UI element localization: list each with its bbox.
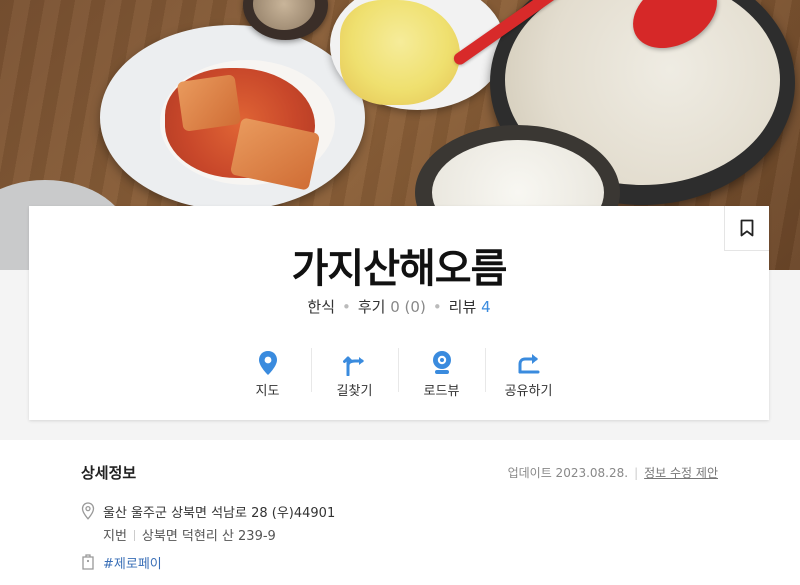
directions-button[interactable]: 길찾기 (311, 346, 398, 404)
details-title: 상세정보 (81, 464, 137, 482)
place-meta: 한식 • 후기 0 (0) • 리뷰 4 (307, 298, 491, 316)
address-row: 울산 울주군 상북면 석남로 28 (우)44901 (81, 502, 335, 521)
roadview-icon (432, 351, 451, 374)
place-name: 가지산해오름 (291, 246, 508, 292)
jibun-label: 지번 (103, 529, 127, 544)
map-pin-icon (258, 351, 277, 375)
category-label: 한식 (307, 298, 335, 316)
address-text: 울산 울주군 상북면 석남로 28 (우)44901 (103, 506, 336, 521)
update-info: 업데이트 2023.08.28. | 정보 수정 제안 (507, 466, 718, 480)
blog-reviews-count: 4 (481, 298, 491, 316)
blog-reviews-link[interactable]: 리뷰 4 (449, 298, 491, 316)
location-icon (81, 502, 95, 520)
suggest-edit-link[interactable]: 정보 수정 제안 (644, 466, 718, 480)
map-button[interactable]: 지도 (224, 346, 311, 404)
details-section: 상세정보 업데이트 2023.08.28. | 정보 수정 제안 울산 울주군 상북… (0, 440, 800, 585)
tag-row: #제로페이 (81, 553, 162, 572)
share-button[interactable]: 공유하기 (485, 346, 572, 404)
share-icon (518, 354, 539, 374)
directions-icon (342, 356, 364, 376)
bookmark-icon (740, 219, 754, 237)
update-date: 업데이트 2023.08.28. (507, 466, 629, 480)
jibun-address: 상북면 덕현리 산 239-9 (141, 529, 276, 544)
reviews-link[interactable]: 후기 0 (0) (358, 298, 426, 316)
reviews-count: 0 (0) (390, 298, 426, 316)
jibun-row: 지번 상북면 덕현리 산 239-9 (103, 525, 276, 544)
place-summary-card: 가지산해오름 한식 • 후기 0 (0) • 리뷰 4 지도 길찾기 로드뷰 공… (29, 206, 769, 420)
tag-icon (82, 554, 94, 570)
roadview-button[interactable]: 로드뷰 (398, 346, 485, 404)
zeropay-tag[interactable]: #제로페이 (103, 557, 162, 572)
action-bar: 지도 길찾기 로드뷰 공유하기 (224, 346, 574, 404)
